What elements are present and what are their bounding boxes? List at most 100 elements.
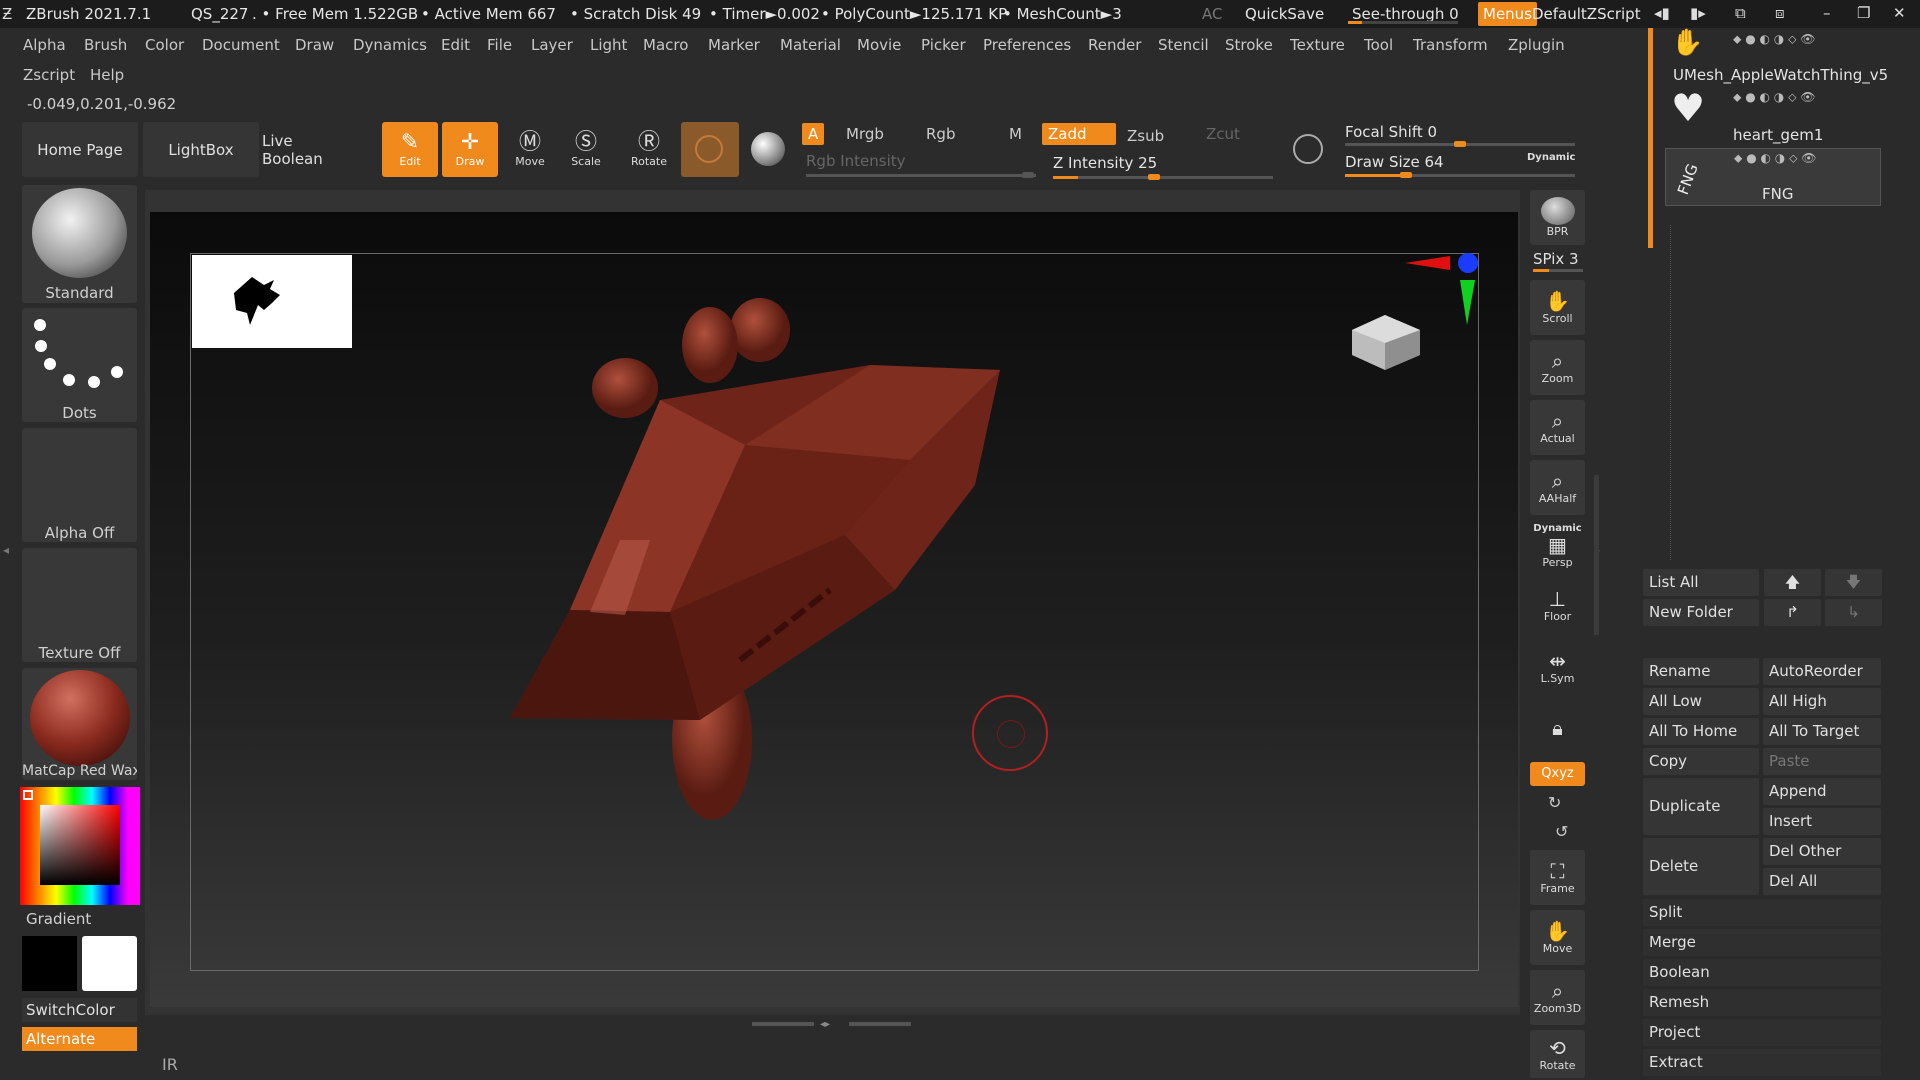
menu-help[interactable]: Help (90, 66, 124, 84)
autoreorder-button[interactable]: AutoReorder (1763, 658, 1881, 685)
quicksave-button[interactable]: QuickSave (1245, 5, 1324, 23)
menu-layer[interactable]: Layer (531, 36, 573, 54)
all-to-home-button[interactable]: All To Home (1643, 718, 1759, 745)
menu-dynamics[interactable]: Dynamics (353, 36, 427, 54)
subtool-visibility-controls-icon[interactable]: ⬥ ● ◐ ◑ ⬦ 👁︎ (1734, 151, 1817, 166)
a-toggle[interactable]: A (802, 123, 825, 145)
menu-draw[interactable]: Draw (295, 36, 334, 54)
lsym-button[interactable]: ⇹ L.Sym (1530, 640, 1585, 695)
menu-preferences[interactable]: Preferences (983, 36, 1071, 54)
menu-macro[interactable]: Macro (643, 36, 688, 54)
menu-document[interactable]: Document (202, 36, 280, 54)
copy-button[interactable]: Copy (1643, 748, 1759, 775)
bottom-tray-handle[interactable]: ◂▸ (752, 1019, 912, 1030)
extract-subpalette[interactable]: Extract (1643, 1049, 1881, 1076)
menu-stroke[interactable]: Stroke (1225, 36, 1273, 54)
remesh-subpalette[interactable]: Remesh (1643, 989, 1881, 1016)
all-to-target-button[interactable]: All To Target (1763, 718, 1881, 745)
zoom-button[interactable]: ⌕ Zoom (1530, 340, 1585, 395)
rename-button[interactable]: Rename (1643, 658, 1759, 685)
menu-file[interactable]: File (487, 36, 512, 54)
mrgb-toggle[interactable]: Mrgb (840, 123, 890, 145)
palette-left-icon[interactable]: ◂▮ (1654, 4, 1670, 22)
draw-size-knob[interactable] (1400, 172, 1412, 178)
color-saturation-square[interactable] (40, 805, 120, 885)
left-tray-arrow-icon[interactable]: ◂ (3, 543, 11, 563)
move-mode-button[interactable]: Ⓜ Move (502, 122, 558, 177)
subtool-visibility-controls-icon[interactable]: ⬥ ● ◐ ◑ ⬦ 👁︎ (1733, 90, 1816, 105)
xyz-toggle[interactable]: Qxyz (1530, 762, 1585, 786)
all-low-button[interactable]: All Low (1643, 688, 1759, 715)
move-view-button[interactable]: ✋ Move (1530, 910, 1585, 965)
rgb-toggle[interactable]: Rgb (920, 123, 961, 145)
menu-render[interactable]: Render (1088, 36, 1141, 54)
delete-button[interactable]: Delete (1643, 838, 1759, 895)
project-subpalette[interactable]: Project (1643, 1019, 1881, 1046)
scroll-button[interactable]: ✋ Scroll (1530, 280, 1585, 335)
rotate-view-button[interactable]: ⟲ Rotate (1530, 1030, 1585, 1078)
lightbox-button[interactable]: LightBox (143, 122, 259, 177)
move-to-folder-button[interactable]: ↱ (1764, 599, 1821, 626)
switch-color-button[interactable]: SwitchColor (22, 998, 137, 1022)
menu-movie[interactable]: Movie (857, 36, 901, 54)
append-button[interactable]: Append (1763, 778, 1881, 805)
gizmo-toggle-button[interactable] (747, 128, 791, 172)
split-subpalette[interactable]: Split (1643, 899, 1881, 926)
menu-brush[interactable]: Brush (84, 36, 127, 54)
menu-stencil[interactable]: Stencil (1158, 36, 1209, 54)
menu-transform[interactable]: Transform (1413, 36, 1488, 54)
z-intensity-knob[interactable] (1148, 174, 1160, 180)
move-down-button[interactable]: 🡇 (1825, 569, 1882, 596)
rotate-z-icon[interactable]: ↺ (1555, 822, 1568, 841)
menu-material[interactable]: Material (780, 36, 841, 54)
del-all-button[interactable]: Del All (1763, 868, 1881, 895)
lock-button[interactable]: 🔒︎ (1530, 700, 1585, 755)
aahalf-button[interactable]: ⌕ AAHalf (1530, 460, 1585, 515)
persp-button[interactable]: Dynamic ▦ Persp (1530, 518, 1585, 573)
palette-right-icon[interactable]: ▮▸ (1690, 4, 1706, 22)
paste-button[interactable]: Paste (1763, 748, 1881, 775)
new-folder-button[interactable]: New Folder (1643, 599, 1759, 626)
menus-toggle[interactable]: Menus (1478, 2, 1537, 26)
lazy-mouse-button[interactable] (1290, 128, 1330, 170)
home-page-button[interactable]: Home Page (22, 122, 138, 177)
menu-zplugin[interactable]: Zplugin (1508, 36, 1565, 54)
alternate-toggle[interactable]: Alternate (22, 1027, 137, 1051)
boolean-subpalette[interactable]: Boolean (1643, 959, 1881, 986)
menu-tool[interactable]: Tool (1364, 36, 1393, 54)
close-icon[interactable]: ✕ (1893, 4, 1906, 22)
menu-edit[interactable]: Edit (441, 36, 470, 54)
menu-texture[interactable]: Texture (1290, 36, 1345, 54)
zcut-toggle[interactable]: Zcut (1200, 123, 1246, 145)
subtool-item[interactable]: ♥ ⬥ ● ◐ ◑ ⬦ 👁︎ heart_gem1 (1665, 86, 1880, 146)
move-out-folder-button[interactable]: ↳ (1825, 599, 1882, 626)
scale-mode-button[interactable]: Ⓢ Scale (558, 122, 614, 177)
minimize-icon[interactable]: – (1823, 4, 1831, 22)
menu-marker[interactable]: Marker (708, 36, 760, 54)
layout-save-icon[interactable]: ⧈ (1775, 4, 1785, 22)
all-high-button[interactable]: All High (1763, 688, 1881, 715)
rotate-y-icon[interactable]: ↻ (1548, 793, 1561, 812)
z-intensity-track[interactable] (1053, 176, 1273, 179)
color-picker[interactable] (20, 787, 140, 905)
spix-slider[interactable]: SPix 3 (1533, 250, 1579, 268)
primary-color-swatch[interactable] (22, 936, 77, 991)
duplicate-button[interactable]: Duplicate (1643, 778, 1759, 835)
actual-button[interactable]: ⌕ Actual (1530, 400, 1585, 455)
insert-button[interactable]: Insert (1763, 808, 1881, 835)
restore-icon[interactable]: ❐ (1857, 4, 1870, 22)
menu-zscript[interactable]: Zscript (23, 66, 75, 84)
zadd-toggle[interactable]: Zadd (1042, 123, 1116, 145)
rgb-intensity-track[interactable] (806, 174, 1036, 177)
live-boolean-button[interactable]: Live Boolean (262, 122, 358, 177)
rotate-mode-button[interactable]: Ⓡ Rotate (621, 122, 677, 177)
subtool-item[interactable]: ✋ ⬥ ● ◐ ◑ ⬦ 👁︎ UMesh_AppleWatchThing_v5 (1665, 28, 1888, 84)
default-zscript-button[interactable]: DefaultZScript (1532, 5, 1641, 23)
subtool-item-selected[interactable]: FNG ⬥ ● ◐ ◑ ⬦ 👁︎ FNG (1665, 148, 1881, 206)
right-tray-scroll[interactable] (1594, 475, 1599, 635)
dynamic-size-toggle[interactable]: Dynamic (1527, 152, 1575, 163)
m-toggle[interactable]: M (1003, 123, 1028, 145)
floor-button[interactable]: ⊥ Floor (1530, 578, 1585, 633)
menu-picker[interactable]: Picker (921, 36, 966, 54)
list-all-button[interactable]: List All (1643, 569, 1759, 596)
